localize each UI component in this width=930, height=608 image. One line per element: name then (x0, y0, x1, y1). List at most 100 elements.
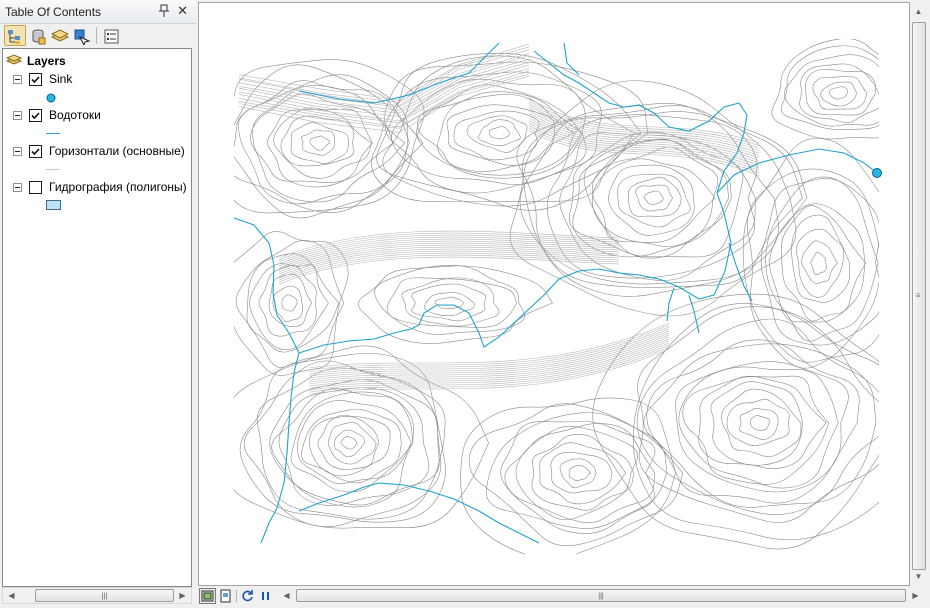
contour-line (308, 322, 670, 369)
map-horizontal-scrollbar[interactable]: ◀ ||| ▶ (278, 588, 924, 604)
scroll-right-icon[interactable]: ▶ (907, 588, 924, 603)
refresh-button[interactable] (239, 588, 256, 604)
options-button[interactable] (100, 25, 122, 46)
list-by-drawing-order-button[interactable] (4, 25, 26, 46)
scroll-left-icon[interactable]: ◀ (3, 588, 20, 603)
data-frame-layers[interactable]: Layers (3, 52, 191, 70)
layers-visibility-icon (51, 29, 69, 42)
close-icon[interactable]: ✕ (177, 3, 188, 19)
options-list-icon (104, 29, 119, 44)
contour-line (592, 293, 879, 550)
contour-line (485, 412, 668, 529)
list-by-visibility-button[interactable] (48, 25, 70, 46)
layer-item-gorizontali[interactable]: Горизонтали (основные) (3, 142, 191, 160)
layout-view-button[interactable] (199, 588, 216, 604)
layer-label: Горизонтали (основные) (49, 144, 185, 158)
scrollbar-thumb[interactable]: ||| (296, 589, 906, 602)
layer-symbol-sink[interactable] (3, 88, 191, 106)
layer-label: Гидрография (полигоны) (49, 180, 187, 194)
contour-line (268, 273, 313, 328)
contour-line (290, 122, 349, 164)
contour-line (591, 146, 719, 247)
contour-line (515, 425, 638, 521)
contour-line (829, 86, 849, 100)
contour-line (234, 231, 349, 376)
list-by-source-button[interactable] (26, 25, 48, 46)
sink-point[interactable] (872, 168, 882, 178)
stream-line (688, 294, 700, 334)
line-symbol-icon (46, 133, 60, 134)
layer-symbol-gorizontali[interactable] (3, 160, 191, 178)
contour-line (500, 421, 656, 534)
scrollbar-thumb[interactable]: ≡ (912, 22, 926, 570)
list-drawing-order-icon (8, 30, 20, 44)
line-symbol-icon (46, 169, 60, 170)
map-canvas[interactable] (198, 2, 910, 586)
contour-line (272, 285, 303, 323)
list-by-selection-button[interactable] (70, 25, 92, 46)
pause-drawing-button[interactable] (257, 588, 274, 604)
contour-line (434, 296, 464, 309)
collapse-toggle[interactable] (13, 75, 22, 84)
contour-line (799, 63, 879, 123)
contour-line (238, 55, 530, 111)
layer-item-gidrografiya[interactable]: Гидрография (полигоны) (3, 178, 191, 196)
layers-icon (5, 53, 23, 70)
map-display-frame: ▲ ≡ ▼ ◀ ||| ▶ (196, 0, 930, 608)
contour-line (309, 135, 331, 151)
data-frame-label: Layers (27, 54, 66, 68)
pin-icon[interactable] (158, 4, 170, 18)
collapse-toggle[interactable] (13, 111, 22, 120)
contour-line (568, 464, 592, 482)
contour-line (281, 294, 298, 312)
contour-line (635, 184, 674, 212)
contour-line (327, 422, 377, 465)
contour-lines (234, 39, 879, 554)
contour-line (238, 49, 530, 107)
scroll-left-icon[interactable]: ◀ (278, 588, 295, 603)
collapse-toggle[interactable] (13, 183, 22, 192)
layer-label: Sink (49, 72, 73, 86)
toc-horizontal-scrollbar[interactable]: ◀ ||| ▶ (2, 587, 192, 604)
contour-line (243, 360, 442, 528)
map-vertical-scrollbar[interactable]: ▲ ≡ ▼ (911, 2, 928, 586)
contour-line (771, 39, 879, 140)
scrollbar-thumb[interactable]: ||| (35, 589, 174, 602)
contour-line (591, 158, 716, 244)
data-view-button[interactable] (217, 588, 234, 604)
contour-line (238, 43, 530, 101)
contour-line (769, 203, 866, 323)
contour-line (820, 81, 858, 107)
contour-line (747, 168, 879, 369)
layer-item-sink[interactable]: Sink (3, 70, 191, 88)
layer-visibility-checkbox[interactable] (29, 109, 42, 122)
toc-title-bar: Table Of Contents ✕ (0, 0, 196, 24)
contour-line (246, 253, 340, 353)
table-of-contents-panel: Table Of Contents ✕ Layers Sink Водотоки… (0, 0, 196, 608)
collapse-toggle[interactable] (13, 147, 22, 156)
layer-tree: Layers Sink Водотоки Горизонтали (основн… (2, 48, 192, 587)
database-icon (32, 29, 46, 45)
toc-toolbar (0, 24, 196, 48)
map-drawing (233, 39, 882, 554)
bottom-separator (236, 590, 237, 602)
contour-line (333, 429, 365, 457)
scroll-right-icon[interactable]: ▶ (174, 588, 191, 603)
layout-view-icon (201, 590, 214, 602)
contour-line (308, 334, 670, 381)
layer-symbol-vodotoki[interactable] (3, 124, 191, 142)
contour-line (256, 367, 446, 520)
layer-item-vodotoki[interactable]: Водотоки (3, 106, 191, 124)
contour-line (478, 119, 521, 147)
layer-symbol-gidrografiya[interactable] (3, 196, 191, 214)
layer-visibility-checkbox[interactable] (29, 73, 42, 86)
scroll-up-icon[interactable]: ▲ (911, 4, 926, 19)
contour-line (583, 138, 732, 259)
layer-visibility-checkbox[interactable] (29, 145, 42, 158)
contour-line (765, 176, 879, 342)
layer-label: Водотоки (49, 108, 101, 122)
scroll-down-icon[interactable]: ▼ (911, 569, 926, 584)
contour-line (504, 423, 656, 524)
contour-line (234, 59, 425, 214)
layer-visibility-checkbox[interactable] (29, 181, 42, 194)
